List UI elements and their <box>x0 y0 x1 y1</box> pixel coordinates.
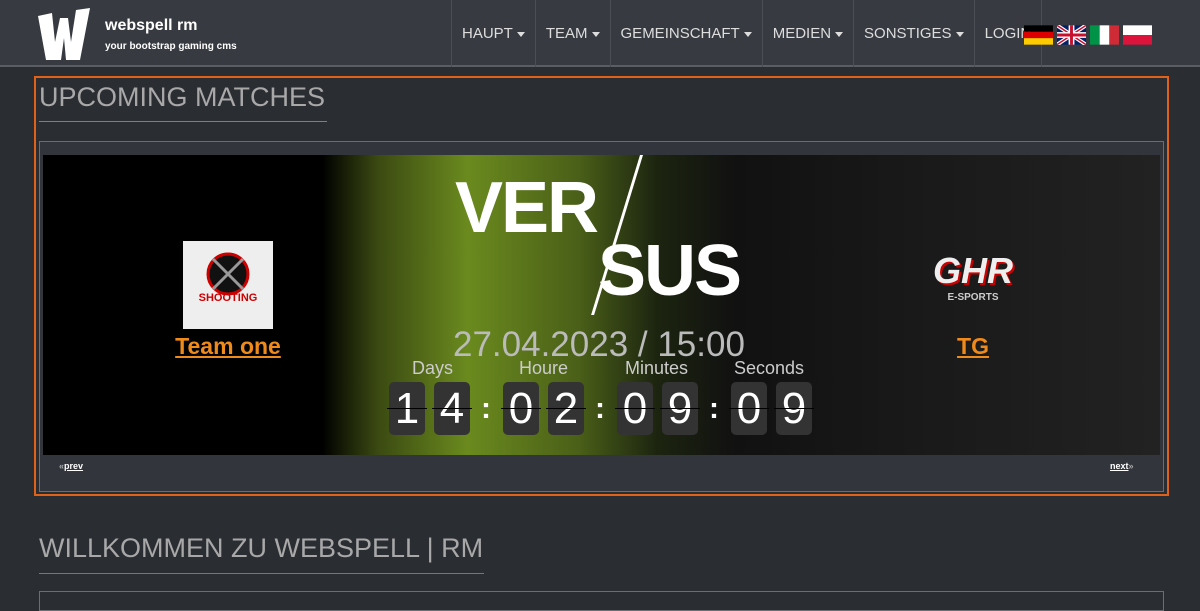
countdown-digit: 2 <box>546 382 586 435</box>
countdown-digit: 9 <box>774 382 814 435</box>
flag-de-icon[interactable] <box>1024 25 1053 45</box>
countdown-digit: 0 <box>501 382 541 435</box>
prev-link[interactable]: «prev <box>59 461 83 471</box>
team1-link[interactable]: Team one <box>158 333 298 360</box>
countdown-separator: : <box>709 392 719 425</box>
countdown-label-days: Days <box>412 358 454 378</box>
welcome-content-box <box>39 591 1164 611</box>
versus-text: VER <box>455 168 599 248</box>
team2-logo[interactable]: GHR E-SPORTS <box>928 250 1018 320</box>
nav-haupt[interactable]: HAUPT <box>451 0 535 67</box>
brand-tagline: your bootstrap gaming cms <box>105 41 237 52</box>
flag-en-icon[interactable] <box>1057 25 1086 45</box>
next-link[interactable]: next» <box>1110 461 1134 471</box>
navbar: webspell rm your bootstrap gaming cms HA… <box>0 0 1200 67</box>
team2-link[interactable]: TG <box>933 333 1013 360</box>
countdown-label-minutes: Minutes <box>625 358 689 378</box>
caret-down-icon <box>955 31 964 37</box>
brand-name[interactable]: webspell rm <box>105 17 197 35</box>
caret-down-icon <box>516 31 525 37</box>
nav-medien[interactable]: MEDIEN <box>761 0 853 67</box>
countdown-digit: 4 <box>432 382 472 435</box>
nav-gemeinschaft[interactable]: GEMEINSCHAFT <box>609 0 762 67</box>
versus-text: SUS <box>598 231 742 311</box>
countdown-digit: 9 <box>660 382 700 435</box>
nav-sonstiges[interactable]: SONSTIGES <box>853 0 974 67</box>
title-underline <box>39 121 327 122</box>
countdown-label-hours: Houre <box>519 358 569 378</box>
welcome-title: WILLKOMMEN ZU WEBSPELL | RM <box>39 533 484 563</box>
caret-down-icon <box>835 31 844 37</box>
countdown-label-seconds: Seconds <box>734 358 805 378</box>
countdown-separator: : <box>481 392 491 425</box>
match-banner: VER SUS SHOOTING Team one GHR E-SPORTS T… <box>43 155 1160 455</box>
flag-pl-icon[interactable] <box>1123 25 1152 45</box>
countdown-digit: 1 <box>387 382 427 435</box>
countdown-digit: 0 <box>729 382 769 435</box>
caret-down-icon <box>743 31 752 37</box>
title-underline <box>39 573 484 574</box>
countdown-separator: : <box>595 392 605 425</box>
flag-it-icon[interactable] <box>1090 25 1119 45</box>
nav-team[interactable]: TEAM <box>534 0 610 67</box>
logo-icon[interactable] <box>38 8 90 60</box>
match-datetime: 27.04.2023 / 15:00 <box>453 325 745 364</box>
double-chevron-right-icon: » <box>1128 461 1134 471</box>
main-menu: HAUPT TEAM GEMEINSCHAFT MEDIEN SONSTIGES… <box>451 0 1043 67</box>
caret-down-icon <box>591 31 600 37</box>
section-title: UPCOMING MATCHES <box>39 82 326 112</box>
countdown-digit: 0 <box>615 382 655 435</box>
team1-logo[interactable]: SHOOTING <box>183 241 273 329</box>
